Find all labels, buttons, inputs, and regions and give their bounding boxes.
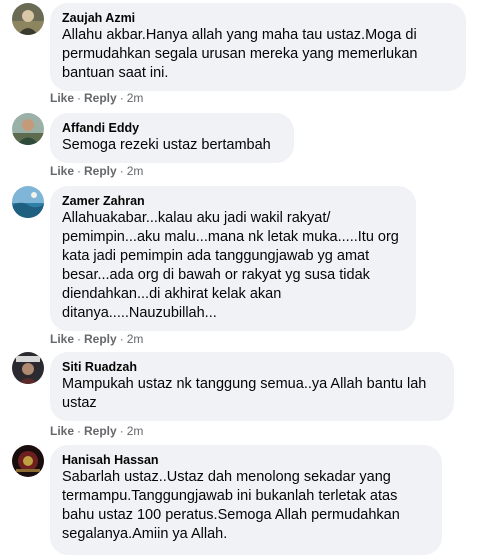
comment-author[interactable]: Zamer Zahran [62, 193, 404, 209]
comment-bubble: Zamer Zahran Allahuakabar...kalau aku ja… [50, 186, 416, 331]
comment-text: Sabarlah ustaz..Ustaz dah menolong sekad… [62, 469, 400, 542]
comment-bubble: Hanisah Hassan Sabarlah ustaz..Ustaz dah… [50, 445, 442, 555]
comment-text: Allahuakabar...kalau aku jadi wakil raky… [62, 210, 399, 321]
comment-actions: Like · Reply · 2m [50, 423, 143, 439]
comment-text: Mampukah ustaz nk tanggung semua..ya All… [62, 376, 427, 411]
comment-timestamp[interactable]: 2m [127, 424, 144, 438]
separator: · [119, 164, 124, 178]
like-button[interactable]: Like [50, 91, 74, 105]
comment-bubble: Siti Ruadzah Mampukah ustaz nk tanggung … [50, 352, 454, 421]
separator: · [77, 164, 82, 178]
comment-text: Semoga rezeki ustaz bertambah [62, 137, 271, 153]
reply-button[interactable]: Reply [84, 332, 117, 346]
reply-button[interactable]: Reply [84, 164, 117, 178]
user-avatar-icon [12, 113, 44, 145]
comment-author[interactable]: Siti Ruadzah [62, 359, 442, 375]
comment-timestamp[interactable]: 2m [127, 91, 144, 105]
avatar[interactable] [12, 3, 44, 35]
like-button[interactable]: Like [50, 332, 74, 346]
comment-actions: Like · Reply · 2m [50, 331, 143, 347]
comment-author[interactable]: Affandi Eddy [62, 120, 282, 136]
separator: · [77, 91, 82, 105]
separator: · [119, 424, 124, 438]
separator: · [119, 332, 124, 346]
avatar[interactable] [12, 186, 44, 218]
comment-actions: Like · Reply · 2m [50, 90, 143, 106]
comment-timestamp[interactable]: 2m [127, 332, 144, 346]
like-button[interactable]: Like [50, 424, 74, 438]
separator: · [119, 91, 124, 105]
user-avatar-icon [12, 186, 44, 218]
user-avatar-icon [12, 352, 44, 384]
avatar[interactable] [12, 352, 44, 384]
avatar[interactable] [12, 113, 44, 145]
user-avatar-icon [12, 445, 44, 477]
reply-button[interactable]: Reply [84, 424, 117, 438]
user-avatar-icon [12, 3, 44, 35]
comment-author[interactable]: Hanisah Hassan [62, 452, 430, 468]
comment-text: Allahu akbar.Hanya allah yang maha tau u… [62, 27, 418, 81]
avatar[interactable] [12, 445, 44, 477]
separator: · [77, 424, 82, 438]
like-button[interactable]: Like [50, 164, 74, 178]
reply-button[interactable]: Reply [84, 91, 117, 105]
comment-bubble: Zaujah Azmi Allahu akbar.Hanya allah yan… [50, 3, 466, 91]
separator: · [77, 332, 82, 346]
comment-actions: Like · Reply · 2m [50, 163, 143, 179]
comment-timestamp[interactable]: 2m [127, 164, 144, 178]
comment-author[interactable]: Zaujah Azmi [62, 10, 454, 26]
comment-bubble: Affandi Eddy Semoga rezeki ustaz bertamb… [50, 113, 294, 163]
